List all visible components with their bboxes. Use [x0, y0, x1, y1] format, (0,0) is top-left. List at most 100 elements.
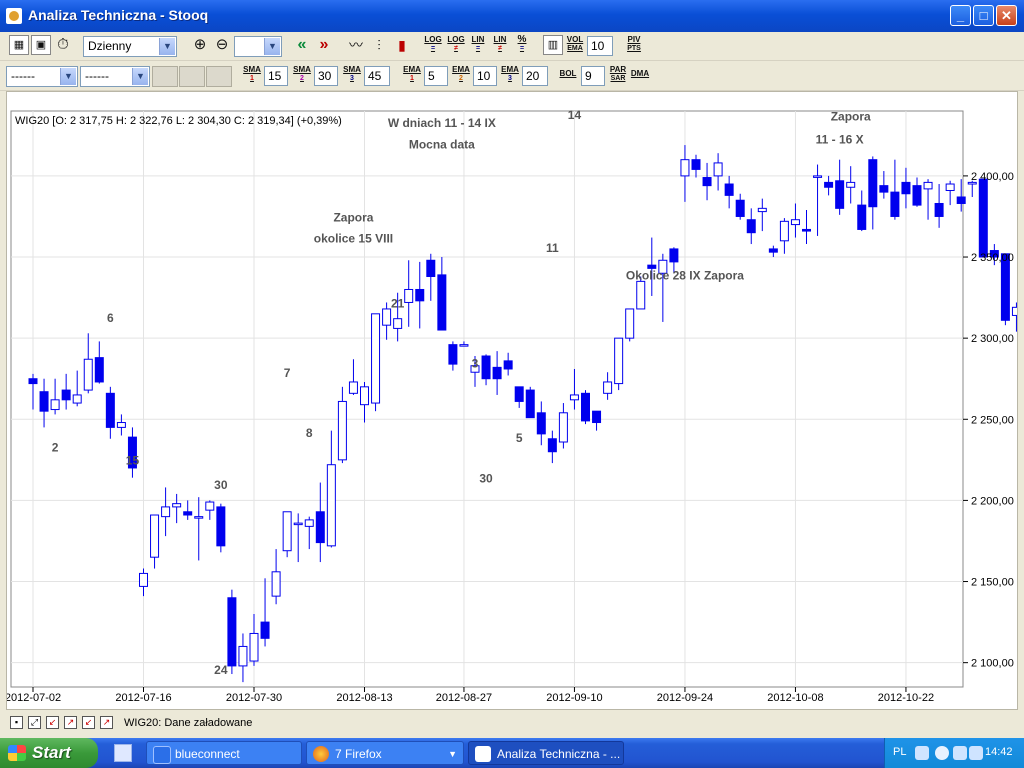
chart-panel[interactable]: 2 6 15 30 24 7 8 Zapora okolice 15 VIII 21 W dniac…: [6, 91, 1018, 710]
sma3-button[interactable]: SMA 3: [342, 65, 362, 87]
chart-settings-icon[interactable]: ▦: [9, 35, 29, 55]
annotation-label: 30: [214, 478, 228, 492]
bollinger-button[interactable]: BOL: [558, 65, 578, 87]
candle-body: [614, 337, 624, 385]
sma1-input[interactable]: 15: [264, 66, 288, 86]
candle-body: [846, 181, 856, 188]
start-button[interactable]: Start: [0, 738, 98, 768]
percent-button[interactable]: % =: [513, 35, 531, 57]
scroll-right-icon[interactable]: »: [314, 35, 334, 57]
y-tick-label: 2 300,00: [971, 333, 1014, 345]
candle-body: [459, 344, 469, 347]
candle-body: [956, 196, 966, 204]
candle-body: [94, 357, 104, 383]
system-tray: PL 14:42: [884, 738, 1024, 768]
ohlc-chart-icon[interactable]: ⫶: [369, 35, 389, 57]
candle-body: [934, 202, 944, 217]
log-scale-button-1[interactable]: LOG =: [423, 35, 443, 57]
minimize-button[interactable]: _: [950, 5, 971, 26]
candle-body: [868, 159, 878, 208]
parabolic-sar-button[interactable]: PAR SAR: [608, 65, 628, 87]
tray-arrow-icon[interactable]: [935, 746, 949, 760]
candle-body: [28, 378, 38, 385]
candle-body: [139, 572, 148, 587]
arrow-up-right-icon[interactable]: ↗: [64, 716, 77, 729]
save-icon[interactable]: ▪: [10, 716, 23, 729]
window-titlebar[interactable]: Analiza Techniczna - Stooq _ □ ✕: [0, 0, 1024, 32]
sma3-input[interactable]: 45: [364, 66, 390, 86]
lin-scale-button-2[interactable]: LIN ≠: [490, 35, 510, 57]
candle-body: [757, 207, 767, 213]
zoom-in-icon[interactable]: ⊕: [190, 35, 210, 57]
sma1-button[interactable]: SMA 1: [242, 65, 262, 87]
candle-body: [150, 514, 160, 558]
line-chart-icon[interactable]: 〰: [346, 35, 366, 57]
candle-body: [50, 399, 60, 411]
candle-body: [569, 394, 579, 401]
taskbar-button-analiza[interactable]: Analiza Techniczna - ...: [468, 741, 624, 765]
x-tick-label: 2012-10-22: [878, 692, 934, 704]
x-axis: 2012-07-02 2012-07-16 2012-07-30 2012-08-13…: [7, 687, 934, 704]
ema2-input[interactable]: 10: [473, 66, 497, 86]
x-tick-label: 2012-09-24: [657, 692, 713, 704]
candle-body: [492, 366, 502, 380]
annotation-label: 6: [107, 311, 114, 325]
ema2-button[interactable]: EMA 2: [451, 65, 471, 87]
volume-chart-icon[interactable]: ▥: [543, 35, 563, 55]
scroll-left-icon[interactable]: «: [292, 35, 312, 57]
dma-button[interactable]: DMA: [630, 65, 650, 87]
arrow-down-left-icon[interactable]: ↙: [46, 716, 59, 729]
candle-body: [625, 308, 635, 339]
ema1-button[interactable]: EMA 1: [402, 65, 422, 87]
keyboard-icon[interactable]: [915, 746, 929, 760]
pivot-points-button[interactable]: PIV PTS: [624, 35, 644, 57]
candle-body: [603, 381, 613, 394]
sma2-button[interactable]: SMA 2: [292, 65, 312, 87]
zoom-select[interactable]: ▼: [234, 36, 282, 57]
period-select[interactable]: Dzienny ▼: [83, 36, 177, 57]
close-button[interactable]: ✕: [996, 5, 1017, 26]
status-text: WIG20: Dane załadowane: [124, 717, 253, 729]
candle-body: [415, 288, 425, 302]
language-indicator[interactable]: PL: [893, 746, 906, 758]
chevron-down-icon: ▼: [264, 38, 280, 55]
overlay-select-2[interactable]: ------ ▼: [80, 66, 150, 87]
candle-body: [116, 422, 126, 428]
candle-chart-icon[interactable]: ▮: [392, 35, 412, 57]
show-desktop-icon[interactable]: [114, 744, 132, 762]
windows-logo-icon: [8, 745, 26, 761]
network-icon[interactable]: [953, 746, 967, 760]
candle-body: [592, 410, 602, 424]
volume-icon[interactable]: [969, 746, 983, 760]
lin-scale-button-1[interactable]: LIN =: [468, 35, 488, 57]
sma2-input[interactable]: 30: [314, 66, 338, 86]
color-slot-2[interactable]: [179, 66, 205, 87]
candle-body: [72, 394, 82, 404]
arrow-up-right-alt-icon[interactable]: ↗: [100, 716, 113, 729]
color-slot-3[interactable]: [206, 66, 232, 87]
y-axis: 2 100,00 2 150,00 2 200,00 2 250,00 2 300,00…: [963, 171, 1014, 670]
candle-body: [194, 516, 204, 519]
arrow-down-left-alt-icon[interactable]: ↙: [82, 716, 95, 729]
fit-icon[interactable]: ⤢: [28, 716, 41, 729]
annotation-label: W dniach 11 - 14 IX: [388, 116, 496, 130]
color-slot-1[interactable]: [152, 66, 178, 87]
maximize-button[interactable]: □: [973, 5, 994, 26]
bollinger-input[interactable]: 9: [581, 66, 605, 86]
screen-icon[interactable]: ▣: [31, 35, 51, 55]
overlay-select-1[interactable]: ------ ▼: [6, 66, 78, 87]
candle-body: [105, 392, 115, 428]
annotation-label: Zapora: [333, 210, 373, 224]
ema1-input[interactable]: 5: [424, 66, 448, 86]
taskbar-button-firefox[interactable]: 7 Firefox ▼: [306, 741, 464, 765]
price-chart[interactable]: 2 6 15 30 24 7 8 Zapora okolice 15 VIII 21 W dniac…: [7, 92, 1017, 709]
zoom-out-icon[interactable]: ⊖: [212, 35, 232, 57]
log-scale-button-2[interactable]: LOG ≠: [446, 35, 466, 57]
taskbar-button-blueconnect[interactable]: blueconnect: [146, 741, 302, 765]
timer-icon[interactable]: ⏱: [53, 35, 73, 57]
ema3-button[interactable]: EMA 3: [500, 65, 520, 87]
chevron-down-icon: ▼: [448, 749, 457, 759]
ema3-input[interactable]: 20: [522, 66, 548, 86]
vol-ema-input[interactable]: 10: [587, 36, 613, 56]
candle-body: [426, 259, 436, 277]
